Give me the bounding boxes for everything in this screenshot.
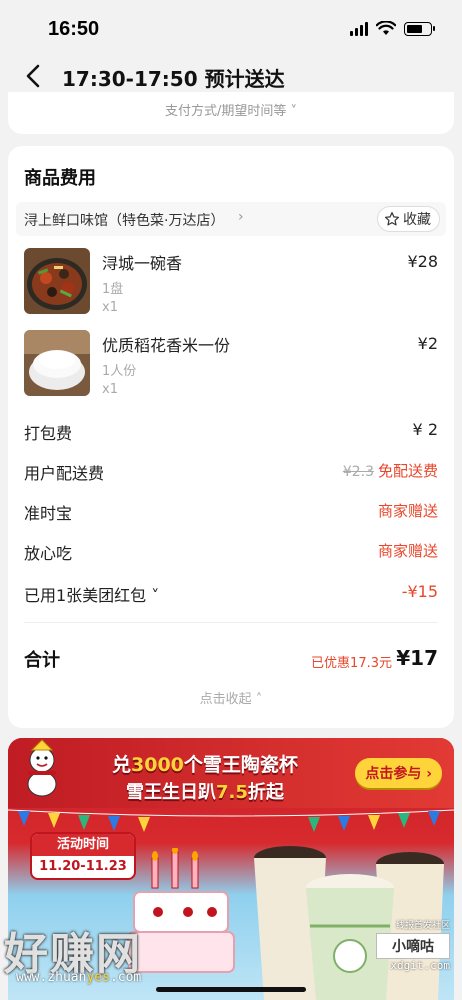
red-packet-label[interactable]: 已用1张美团红包 ˅ — [24, 582, 159, 606]
event-time-title: 活动时间 — [32, 834, 134, 856]
back-arrow-icon[interactable] — [22, 62, 46, 90]
home-indicator[interactable] — [156, 987, 306, 992]
list-item[interactable]: 优质稻花香米一份 1人份 x1 ¥2 — [24, 330, 438, 400]
red-packet-row[interactable]: 已用1张美团红包 ˅ -¥15 — [24, 582, 438, 606]
item-quantity: x1 — [102, 300, 118, 315]
banner-line1-post: 个雪王陶瓷杯 — [183, 754, 298, 776]
watermark-corner-bottom: xdgit.com — [390, 959, 450, 972]
delivery-fee-label: 用户配送费 — [24, 464, 105, 483]
event-time-range: 11.20-11.23 — [39, 859, 127, 874]
safe-eat-row[interactable]: 放心吃 商家赠送 — [24, 540, 438, 564]
drink-cups-image — [254, 846, 444, 1000]
status-icons — [350, 21, 435, 36]
total-label: 合计 — [24, 650, 60, 671]
shop-name[interactable]: 浔上鲜口味馆（特色菜·万达店） — [24, 210, 224, 230]
snowman-mascot-icon — [27, 739, 57, 797]
more-options-toggle[interactable]: 支付方式/期望时间等 ˅ — [8, 100, 454, 119]
banner-line2: 雪王生日趴7.5折起 — [126, 778, 284, 804]
favorite-label: 收藏 — [403, 212, 431, 228]
watermark-url-pre: www.zhuan — [16, 970, 87, 985]
total-saved: 已优惠17.3元 — [311, 656, 392, 671]
rice-image — [24, 330, 90, 396]
fee-card: 商品费用 浔上鲜口味馆（特色菜·万达店） › 收藏 浔城一碗香 1盘 x1 ¥2… — [8, 146, 454, 728]
banner-line2-post: 折起 — [247, 782, 284, 803]
red-packet-value: -¥15 — [401, 582, 438, 601]
delivery-fee-free: 免配送费 — [377, 462, 438, 480]
banner-line1-num: 3000 — [131, 754, 184, 776]
watermark-corner-mid: 小嘀咕 — [376, 933, 450, 959]
event-time-badge: 活动时间 11.20-11.23 — [30, 832, 136, 880]
delivery-fee-original: ¥2.3 — [342, 464, 374, 480]
banner-line2-pre: 雪王生日趴 — [126, 782, 216, 803]
on-time-value: 商家赠送 — [377, 502, 438, 520]
delivery-fee-row: 用户配送费 ¥2.3 免配送费 — [24, 460, 438, 484]
status-time: 16:50 — [48, 18, 100, 40]
watermark-url: www.zhuanyes.com — [16, 970, 141, 985]
favorite-button[interactable]: 收藏 — [377, 206, 440, 232]
nav-bar: 17:30-17:50 预计送达 — [0, 56, 462, 96]
page-title: 17:30-17:50 预计送达 — [62, 67, 285, 91]
banner-line1: 兑3000个雪王陶瓷杯 — [112, 750, 298, 777]
shop-row[interactable]: 浔上鲜口味馆（特色菜·万达店） › 收藏 — [16, 202, 446, 236]
packing-fee-label: 打包费 — [24, 424, 73, 443]
watermark-url-highlight: yes — [86, 970, 110, 985]
item-spec: 1人份 — [102, 364, 137, 379]
watermark-url-post: .com — [109, 970, 142, 985]
item-name: 优质稻花香米一份 — [102, 336, 231, 355]
delivery-fee-value: ¥2.3 免配送费 — [343, 460, 438, 481]
watermark-corner: 线报首发社区 小嘀咕 xdgit.com — [376, 918, 450, 972]
item-price: ¥28 — [407, 252, 438, 271]
wifi-icon — [376, 21, 396, 35]
on-time-label: 准时宝 — [24, 504, 73, 523]
packing-fee-value: ¥ 2 — [412, 420, 438, 439]
dish-image — [24, 248, 90, 314]
collapse-toggle[interactable]: 点击收起 ˄ — [8, 688, 454, 707]
battery-icon — [404, 21, 435, 36]
list-item[interactable]: 浔城一碗香 1盘 x1 ¥28 — [24, 248, 438, 318]
divider — [24, 622, 438, 623]
fee-card-title: 商品费用 — [24, 168, 96, 189]
safe-eat-label: 放心吃 — [24, 544, 73, 563]
item-price: ¥2 — [417, 334, 438, 353]
banner-line1-pre: 兑 — [112, 754, 132, 776]
item-name: 浔城一碗香 — [102, 254, 183, 273]
watermark-corner-top: 线报首发社区 — [395, 921, 450, 931]
join-button[interactable]: 点击参与 › — [355, 758, 442, 788]
item-quantity: x1 — [102, 382, 118, 397]
banner-line2-num: 7.5 — [216, 782, 248, 803]
star-icon — [384, 212, 400, 226]
on-time-row[interactable]: 准时宝 商家赠送 — [24, 500, 438, 524]
birthday-cake-image — [128, 848, 235, 973]
signal-icon — [350, 21, 368, 36]
item-spec: 1盘 — [102, 282, 124, 297]
packing-fee-row: 打包费 ¥ 2 — [24, 420, 438, 444]
order-info-card: 支付方式/期望时间等 ˅ — [8, 92, 454, 134]
status-bar: 16:50 — [0, 0, 462, 56]
chevron-right-icon: › — [238, 209, 244, 225]
safe-eat-value: 商家赠送 — [377, 542, 438, 560]
total-value: ¥17 — [396, 646, 438, 670]
